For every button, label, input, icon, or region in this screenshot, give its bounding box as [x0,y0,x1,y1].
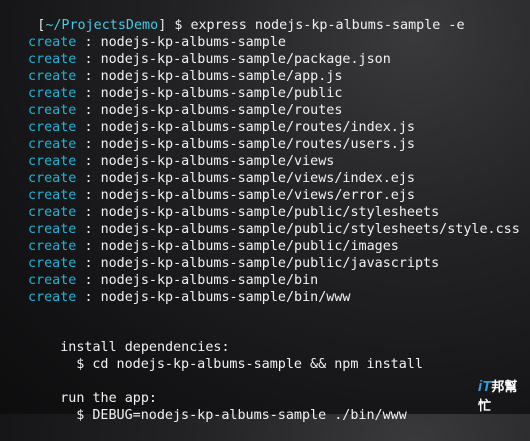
create-separator: : [84,120,93,135]
create-separator: : [84,290,93,305]
prompt-close-bracket: ] [158,18,167,33]
run-heading: run the app: [28,373,157,406]
created-path: nodejs-kp-albums-sample/routes [100,103,343,118]
create-separator: : [84,69,93,84]
create-separator: : [84,205,93,220]
watermark-prefix: iT [478,378,492,395]
install-heading: install dependencies: [28,322,229,355]
created-path: nodejs-kp-albums-sample/public [100,86,343,101]
create-label: create [28,52,77,67]
created-path: nodejs-kp-albums-sample/routes/index.js [100,120,415,135]
create-line: create : nodejs-kp-albums-sample/routes [28,102,342,119]
create-line: create : nodejs-kp-albums-sample/public/… [28,255,439,272]
create-label: create [28,86,77,101]
create-line: create : nodejs-kp-albums-sample/routes/… [28,136,415,153]
created-path: nodejs-kp-albums-sample/public/styleshee… [100,222,520,237]
created-path: nodejs-kp-albums-sample [100,35,286,50]
create-label: create [28,137,77,152]
create-line: create : nodejs-kp-albums-sample/bin [28,272,318,289]
install-command: $ cd nodejs-kp-albums-sample && npm inst… [44,339,423,372]
create-separator: : [84,154,93,169]
create-separator: : [84,52,93,67]
create-label: create [28,239,77,254]
create-label: create [28,69,77,84]
create-line: create : nodejs-kp-albums-sample/bin/www [28,289,350,306]
create-separator: : [84,256,93,271]
create-line: create : nodejs-kp-albums-sample/routes/… [28,119,415,136]
command-text: express nodejs-kp-albums-sample -e [190,18,465,33]
create-separator: : [84,103,93,118]
created-path: nodejs-kp-albums-sample/public/styleshee… [100,205,440,220]
prompt-line: [~/ProjectsDemo] $ express nodejs-kp-alb… [5,0,464,33]
create-separator: : [84,222,93,237]
create-label: create [28,273,77,288]
create-separator: : [84,171,93,186]
create-separator: : [84,188,93,203]
create-separator: : [84,86,93,101]
created-path: nodejs-kp-albums-sample/views [100,154,335,169]
install-command-text: $ cd nodejs-kp-albums-sample && npm inst… [76,357,423,372]
create-label: create [28,290,77,305]
create-line: create : nodejs-kp-albums-sample/app.js [28,68,342,85]
create-label: create [28,171,77,186]
create-separator: : [84,137,93,152]
created-path: nodejs-kp-albums-sample/routes/users.js [100,137,415,152]
create-label: create [28,222,77,237]
create-line: create : nodejs-kp-albums-sample/views/e… [28,187,415,204]
create-separator: : [84,239,93,254]
created-path: nodejs-kp-albums-sample/package.json [100,52,391,67]
created-path: nodejs-kp-albums-sample/bin [100,273,319,288]
create-label: create [28,103,77,118]
create-label: create [28,35,77,50]
create-label: create [28,256,77,271]
create-label: create [28,188,77,203]
created-path: nodejs-kp-albums-sample/public/images [100,239,399,254]
create-line: create : nodejs-kp-albums-sample/package… [28,51,391,68]
create-line: create : nodejs-kp-albums-sample/public/… [28,204,439,221]
create-line: create : nodejs-kp-albums-sample/public/… [28,221,520,238]
create-line: create : nodejs-kp-albums-sample/public [28,85,342,102]
prompt-symbol: $ [174,18,183,33]
create-line: create : nodejs-kp-albums-sample/public/… [28,238,399,255]
create-label: create [28,120,77,135]
run-command-text: $ DEBUG=nodejs-kp-albums-sample ./bin/ww… [76,408,407,423]
created-path: nodejs-kp-albums-sample/app.js [100,69,343,84]
create-separator: : [84,273,93,288]
created-path: nodejs-kp-albums-sample/views/index.ejs [100,171,415,186]
watermark-text: iT邦幫忙 [478,376,524,414]
create-line: create : nodejs-kp-albums-sample/views [28,153,334,170]
created-path: nodejs-kp-albums-sample/public/javascrip… [100,256,440,271]
prompt-path: ~/ProjectsDemo [45,18,159,33]
run-command: $ DEBUG=nodejs-kp-albums-sample ./bin/ww… [44,390,407,423]
created-path: nodejs-kp-albums-sample/bin/www [100,290,351,305]
create-line: create : nodejs-kp-albums-sample [28,34,286,51]
create-label: create [28,205,77,220]
create-label: create [28,154,77,169]
create-separator: : [84,35,93,50]
terminal-window[interactable]: [~/ProjectsDemo] $ express nodejs-kp-alb… [0,0,530,423]
create-line: create : nodejs-kp-albums-sample/views/i… [28,170,415,187]
ithome-watermark-logo: iT邦幫忙 [478,378,524,413]
created-path: nodejs-kp-albums-sample/views/error.ejs [100,188,415,203]
